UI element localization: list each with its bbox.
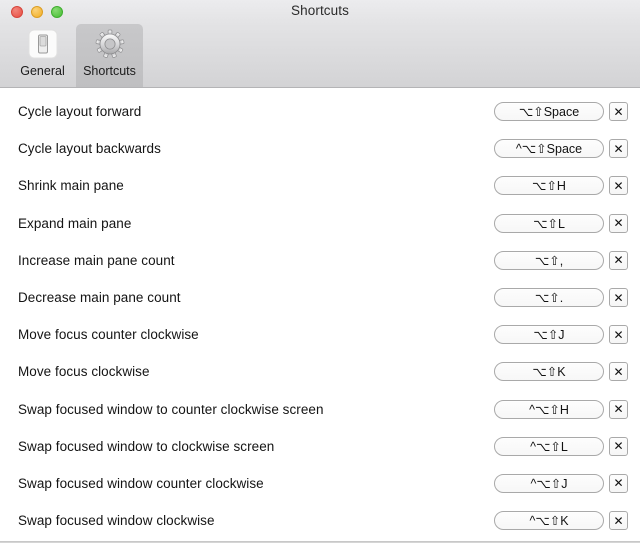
shortcut-label: Swap focused window counter clockwise (18, 476, 494, 491)
clear-shortcut-button[interactable]: ✕ (609, 214, 628, 233)
shortcut-row: Swap focused window to clockwise screen … (0, 428, 640, 465)
shortcut-controls: ⌥⇧J ✕ (494, 325, 628, 344)
clear-shortcut-button[interactable]: ✕ (609, 474, 628, 493)
shortcut-controls: ^⌥⇧K ✕ (494, 511, 628, 530)
shortcut-controls: ⌥⇧L ✕ (494, 214, 628, 233)
shortcut-row: Move focus clockwise ⌥⇧K ✕ (0, 353, 640, 390)
shortcut-label: Cycle layout backwards (18, 141, 494, 156)
window-title: Shortcuts (0, 3, 640, 18)
shortcut-row: Swap focused window clockwise ^⌥⇧K ✕ (0, 502, 640, 539)
tab-general-label: General (20, 64, 64, 78)
shortcut-label: Increase main pane count (18, 253, 494, 268)
shortcut-row: Decrease main pane count ⌥⇧. ✕ (0, 279, 640, 316)
shortcut-recorder-field[interactable]: ^⌥⇧K (494, 511, 604, 530)
shortcut-controls: ^⌥⇧J ✕ (494, 474, 628, 493)
shortcut-row: Increase main pane count ⌥⇧, ✕ (0, 242, 640, 279)
shortcuts-list: Cycle layout forward ⌥⇧Space ✕ Cycle lay… (0, 88, 640, 542)
clear-shortcut-button[interactable]: ✕ (609, 437, 628, 456)
shortcut-controls: ⌥⇧, ✕ (494, 251, 628, 270)
shortcut-row: Cycle layout backwards ^⌥⇧Space ✕ (0, 130, 640, 167)
shortcut-recorder-field[interactable]: ⌥⇧K (494, 362, 604, 381)
shortcut-label: Move focus counter clockwise (18, 327, 494, 342)
shortcut-controls: ^⌥⇧Space ✕ (494, 139, 628, 158)
clear-shortcut-button[interactable]: ✕ (609, 400, 628, 419)
clear-shortcut-button[interactable]: ✕ (609, 288, 628, 307)
shortcut-recorder-field[interactable]: ⌥⇧, (494, 251, 604, 270)
shortcut-controls: ^⌥⇧H ✕ (494, 400, 628, 419)
gear-icon (93, 27, 127, 61)
shortcut-recorder-field[interactable]: ^⌥⇧Space (494, 139, 604, 158)
shortcut-controls: ⌥⇧K ✕ (494, 362, 628, 381)
shortcut-label: Cycle layout forward (18, 104, 494, 119)
shortcut-controls: ⌥⇧H ✕ (494, 176, 628, 195)
shortcut-controls: ⌥⇧Space ✕ (494, 102, 628, 121)
clear-shortcut-button[interactable]: ✕ (609, 251, 628, 270)
shortcut-label: Expand main pane (18, 216, 494, 231)
shortcut-row: Shrink main pane ⌥⇧H ✕ (0, 167, 640, 204)
shortcut-label: Swap focused window clockwise (18, 513, 494, 528)
shortcut-label: Swap focused window to clockwise screen (18, 439, 494, 454)
shortcut-controls: ⌥⇧. ✕ (494, 288, 628, 307)
shortcut-row: Cycle layout forward ⌥⇧Space ✕ (0, 93, 640, 130)
title-bar: Shortcuts (0, 0, 640, 24)
shortcut-row: Swap focused window to counter clockwise… (0, 391, 640, 428)
shortcut-controls: ^⌥⇧L ✕ (494, 437, 628, 456)
shortcut-recorder-field[interactable]: ⌥⇧L (494, 214, 604, 233)
tab-shortcuts-label: Shortcuts (83, 64, 136, 78)
shortcut-label: Move focus clockwise (18, 364, 494, 379)
clear-shortcut-button[interactable]: ✕ (609, 362, 628, 381)
tab-bar: General (9, 24, 143, 87)
shortcut-recorder-field[interactable]: ⌥⇧Space (494, 102, 604, 121)
shortcut-recorder-field[interactable]: ⌥⇧. (494, 288, 604, 307)
switch-icon (26, 27, 60, 61)
clear-shortcut-button[interactable]: ✕ (609, 511, 628, 530)
shortcut-recorder-field[interactable]: ^⌥⇧L (494, 437, 604, 456)
clear-shortcut-button[interactable]: ✕ (609, 102, 628, 121)
shortcut-row: Swap focused window counter clockwise ^⌥… (0, 465, 640, 502)
shortcut-row: Move focus counter clockwise ⌥⇧J ✕ (0, 316, 640, 353)
shortcut-recorder-field[interactable]: ^⌥⇧J (494, 474, 604, 493)
preferences-window: Shortcuts General (0, 0, 640, 543)
tab-general[interactable]: General (9, 24, 76, 87)
clear-shortcut-button[interactable]: ✕ (609, 325, 628, 344)
shortcut-recorder-field[interactable]: ⌥⇧J (494, 325, 604, 344)
tab-shortcuts[interactable]: Shortcuts (76, 24, 143, 87)
shortcut-recorder-field[interactable]: ^⌥⇧H (494, 400, 604, 419)
clear-shortcut-button[interactable]: ✕ (609, 139, 628, 158)
shortcut-row: Expand main pane ⌥⇧L ✕ (0, 205, 640, 242)
shortcut-label: Shrink main pane (18, 178, 494, 193)
shortcut-label: Swap focused window to counter clockwise… (18, 402, 494, 417)
clear-shortcut-button[interactable]: ✕ (609, 176, 628, 195)
shortcut-recorder-field[interactable]: ⌥⇧H (494, 176, 604, 195)
shortcut-label: Decrease main pane count (18, 290, 494, 305)
preferences-toolbar: General (0, 24, 640, 88)
